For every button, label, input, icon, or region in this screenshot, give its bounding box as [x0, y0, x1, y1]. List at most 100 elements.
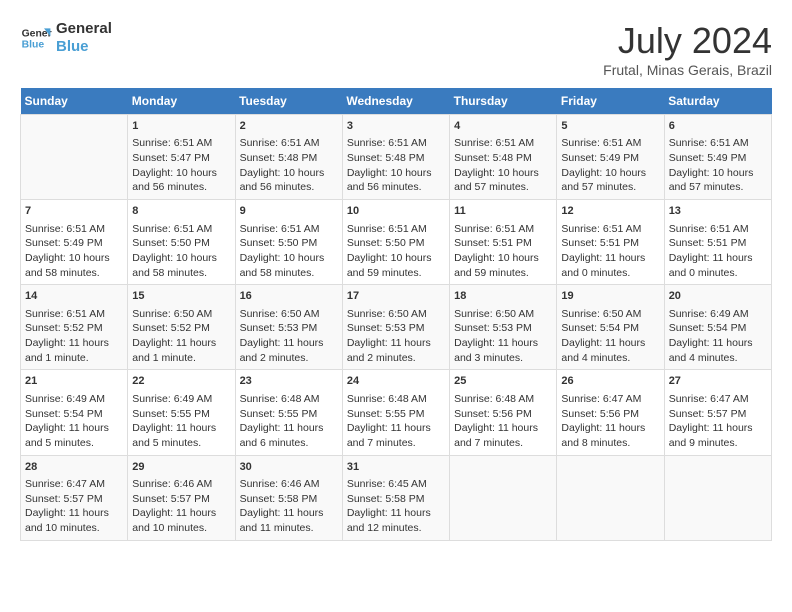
day-info: Sunrise: 6:49 AM Sunset: 5:54 PM Dayligh… — [25, 392, 123, 451]
header-monday: Monday — [128, 88, 235, 115]
day-number: 27 — [669, 374, 767, 389]
day-number: 31 — [347, 460, 445, 475]
day-info: Sunrise: 6:51 AM Sunset: 5:49 PM Dayligh… — [561, 136, 659, 195]
calendar-cell: 9Sunrise: 6:51 AM Sunset: 5:50 PM Daylig… — [235, 200, 342, 285]
calendar-cell: 28 Sunrise: 6:47 AM Sunset: 5:57 PM Dayli… — [21, 455, 128, 540]
day-info: Sunrise: 6:50 AM Sunset: 5:53 PM Dayligh… — [347, 307, 445, 366]
calendar-table: SundayMondayTuesdayWednesdayThursdayFrid… — [20, 88, 772, 541]
day-number: 29 — [132, 460, 230, 475]
calendar-week-5: 28 Sunrise: 6:47 AM Sunset: 5:57 PM Dayli… — [21, 455, 772, 540]
logo-line2: Blue — [56, 38, 112, 56]
day-info: Sunrise: 6:51 AM Sunset: 5:50 PM Dayligh… — [132, 222, 230, 281]
calendar-cell: 13Sunrise: 6:51 AM Sunset: 5:51 PM Dayli… — [664, 200, 771, 285]
day-info: Sunrise: 6:45 AM Sunset: 5:58 PM Dayligh… — [347, 477, 445, 536]
day-number: 3 — [347, 119, 445, 134]
day-info: Sunrise: 6:51 AM Sunset: 5:47 PM Dayligh… — [132, 136, 230, 195]
day-number: 15 — [132, 289, 230, 304]
calendar-week-4: 21Sunrise: 6:49 AM Sunset: 5:54 PM Dayli… — [21, 370, 772, 455]
calendar-cell — [557, 455, 664, 540]
day-info: Sunrise: 6:46 AM Sunset: 5:57 PM Dayligh… — [132, 477, 230, 536]
day-info: Sunrise: 6:51 AM Sunset: 5:48 PM Dayligh… — [454, 136, 552, 195]
day-info: Sunrise: 6:50 AM Sunset: 5:52 PM Dayligh… — [132, 307, 230, 366]
day-info: Sunrise: 6:50 AM Sunset: 5:54 PM Dayligh… — [561, 307, 659, 366]
calendar-cell: 19 Sunrise: 6:50 AM Sunset: 5:54 PM Dayli… — [557, 285, 664, 370]
logo: General Blue General Blue — [20, 20, 112, 56]
calendar-cell: 25 Sunrise: 6:48 AM Sunset: 5:56 PM Dayli… — [450, 370, 557, 455]
day-number: 14 — [25, 289, 123, 304]
calendar-cell: 10 Sunrise: 6:51 AM Sunset: 5:50 PM Dayli… — [342, 200, 449, 285]
day-info: Sunrise: 6:48 AM Sunset: 5:55 PM Dayligh… — [240, 392, 338, 451]
svg-text:Blue: Blue — [22, 40, 45, 51]
calendar-cell: 24 Sunrise: 6:48 AM Sunset: 5:55 PM Dayli… — [342, 370, 449, 455]
logo-line1: General — [56, 20, 112, 38]
day-number: 30 — [240, 460, 338, 475]
header-sunday: Sunday — [21, 88, 128, 115]
day-number: 28 — [25, 460, 123, 475]
day-info: Sunrise: 6:49 AM Sunset: 5:55 PM Dayligh… — [132, 392, 230, 451]
day-number: 8 — [132, 204, 230, 219]
day-number: 25 — [454, 374, 552, 389]
day-info: Sunrise: 6:47 AM Sunset: 5:57 PM Dayligh… — [25, 477, 123, 536]
day-info: Sunrise: 6:46 AM Sunset: 5:58 PM Dayligh… — [240, 477, 338, 536]
calendar-cell: 12 Sunrise: 6:51 AM Sunset: 5:51 PM Dayli… — [557, 200, 664, 285]
day-info: Sunrise: 6:51 AM Sunset: 5:50 PM Dayligh… — [240, 222, 338, 281]
calendar-cell: 20 Sunrise: 6:49 AM Sunset: 5:54 PM Dayli… — [664, 285, 771, 370]
header-tuesday: Tuesday — [235, 88, 342, 115]
day-number: 12 — [561, 204, 659, 219]
calendar-cell: 5Sunrise: 6:51 AM Sunset: 5:49 PM Daylig… — [557, 115, 664, 200]
calendar-cell — [664, 455, 771, 540]
day-number: 22 — [132, 374, 230, 389]
day-number: 17 — [347, 289, 445, 304]
day-number: 19 — [561, 289, 659, 304]
day-number: 6 — [669, 119, 767, 134]
day-number: 18 — [454, 289, 552, 304]
header-thursday: Thursday — [450, 88, 557, 115]
day-number: 26 — [561, 374, 659, 389]
calendar-cell: 11 Sunrise: 6:51 AM Sunset: 5:51 PM Dayli… — [450, 200, 557, 285]
day-info: Sunrise: 6:51 AM Sunset: 5:51 PM Dayligh… — [454, 222, 552, 281]
day-info: Sunrise: 6:51 AM Sunset: 5:48 PM Dayligh… — [347, 136, 445, 195]
day-number: 13 — [669, 204, 767, 219]
header-friday: Friday — [557, 88, 664, 115]
day-number: 24 — [347, 374, 445, 389]
calendar-cell: 21Sunrise: 6:49 AM Sunset: 5:54 PM Dayli… — [21, 370, 128, 455]
day-info: Sunrise: 6:51 AM Sunset: 5:48 PM Dayligh… — [240, 136, 338, 195]
day-number: 23 — [240, 374, 338, 389]
day-number: 20 — [669, 289, 767, 304]
calendar-cell: 27 Sunrise: 6:47 AM Sunset: 5:57 PM Dayli… — [664, 370, 771, 455]
day-number: 4 — [454, 119, 552, 134]
day-info: Sunrise: 6:47 AM Sunset: 5:57 PM Dayligh… — [669, 392, 767, 451]
day-info: Sunrise: 6:51 AM Sunset: 5:49 PM Dayligh… — [669, 136, 767, 195]
header-saturday: Saturday — [664, 88, 771, 115]
day-info: Sunrise: 6:49 AM Sunset: 5:54 PM Dayligh… — [669, 307, 767, 366]
calendar-cell: 30 Sunrise: 6:46 AM Sunset: 5:58 PM Dayli… — [235, 455, 342, 540]
day-info: Sunrise: 6:50 AM Sunset: 5:53 PM Dayligh… — [454, 307, 552, 366]
calendar-cell: 29 Sunrise: 6:46 AM Sunset: 5:57 PM Dayli… — [128, 455, 235, 540]
day-number: 7 — [25, 204, 123, 219]
calendar-cell: 31 Sunrise: 6:45 AM Sunset: 5:58 PM Dayli… — [342, 455, 449, 540]
day-info: Sunrise: 6:51 AM Sunset: 5:49 PM Dayligh… — [25, 222, 123, 281]
day-number: 11 — [454, 204, 552, 219]
title-block: July 2024 Frutal, Minas Gerais, Brazil — [603, 20, 772, 78]
calendar-cell — [21, 115, 128, 200]
calendar-cell: 8 Sunrise: 6:51 AM Sunset: 5:50 PM Daylig… — [128, 200, 235, 285]
calendar-header-row: SundayMondayTuesdayWednesdayThursdayFrid… — [21, 88, 772, 115]
day-number: 10 — [347, 204, 445, 219]
calendar-cell: 23 Sunrise: 6:48 AM Sunset: 5:55 PM Dayli… — [235, 370, 342, 455]
calendar-week-3: 14Sunrise: 6:51 AM Sunset: 5:52 PM Dayli… — [21, 285, 772, 370]
day-info: Sunrise: 6:48 AM Sunset: 5:56 PM Dayligh… — [454, 392, 552, 451]
calendar-week-1: 1Sunrise: 6:51 AM Sunset: 5:47 PM Daylig… — [21, 115, 772, 200]
location: Frutal, Minas Gerais, Brazil — [603, 62, 772, 78]
day-info: Sunrise: 6:47 AM Sunset: 5:56 PM Dayligh… — [561, 392, 659, 451]
calendar-cell: 22 Sunrise: 6:49 AM Sunset: 5:55 PM Dayli… — [128, 370, 235, 455]
calendar-cell: 14Sunrise: 6:51 AM Sunset: 5:52 PM Dayli… — [21, 285, 128, 370]
calendar-cell: 18 Sunrise: 6:50 AM Sunset: 5:53 PM Dayli… — [450, 285, 557, 370]
day-info: Sunrise: 6:48 AM Sunset: 5:55 PM Dayligh… — [347, 392, 445, 451]
day-number: 16 — [240, 289, 338, 304]
day-info: Sunrise: 6:51 AM Sunset: 5:50 PM Dayligh… — [347, 222, 445, 281]
month-title: July 2024 — [603, 20, 772, 62]
day-info: Sunrise: 6:51 AM Sunset: 5:51 PM Dayligh… — [561, 222, 659, 281]
calendar-week-2: 7 Sunrise: 6:51 AM Sunset: 5:49 PM Daylig… — [21, 200, 772, 285]
calendar-cell: 1Sunrise: 6:51 AM Sunset: 5:47 PM Daylig… — [128, 115, 235, 200]
day-number: 2 — [240, 119, 338, 134]
